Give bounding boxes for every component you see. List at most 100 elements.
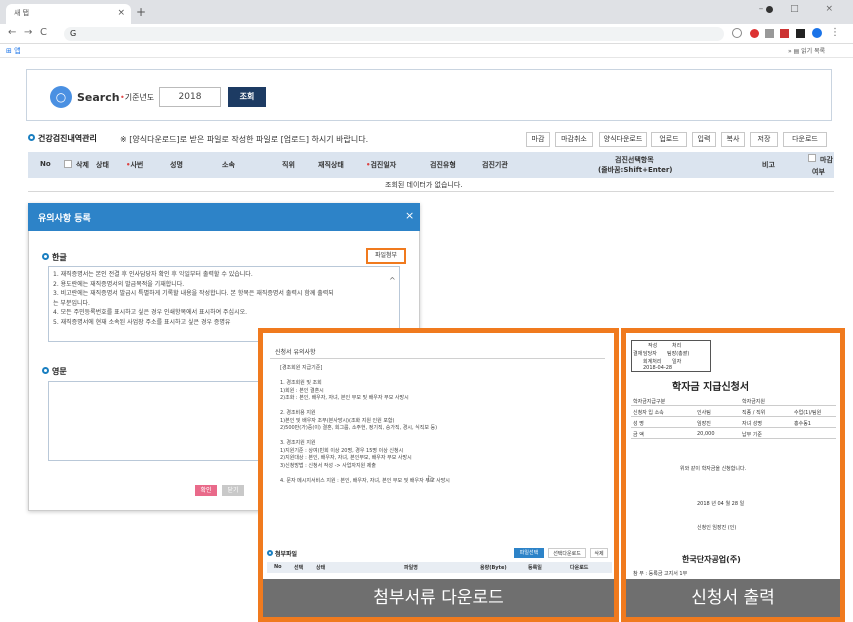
notice-line xyxy=(280,470,600,478)
col-checkup-date-text: 검진일자 xyxy=(370,161,397,169)
approval-cell: 회계처리 xyxy=(643,359,662,365)
extension-red-icon[interactable] xyxy=(750,29,759,38)
profile-avatar[interactable] xyxy=(812,28,822,38)
col-employee-id: •사번 xyxy=(126,161,144,169)
korean-line: 3. 비고란에는 재직증명서 발급시 특별하게 기록할 내용을 작성합니다. 본… xyxy=(53,290,334,297)
table-cell: 성 명 xyxy=(633,421,644,427)
col-employee-id-text: 사번 xyxy=(130,161,144,169)
bookmarks-bar xyxy=(0,44,853,58)
korean-line: 는 부분입니다. xyxy=(53,299,90,307)
section-circle-icon xyxy=(28,134,35,141)
close-button[interactable]: 닫기 xyxy=(222,485,244,496)
application-zoom-panel xyxy=(621,328,845,622)
col-checkup-date: •검진일자 xyxy=(366,161,397,169)
notice-line: 1)회원 : 본인 결혼시 xyxy=(280,387,324,394)
notice-line: 2)지원대상 : 본인, 배우자, 자녀, 본인부모, 배우자 부모 사망시 xyxy=(280,455,412,461)
delete-file-button[interactable]: 삭제 xyxy=(590,548,608,558)
zoom-notice-body: [경조회원 지급기준] 1. 경조회원 및 조회 1)회원 : 본인 결혼시 2… xyxy=(280,365,600,485)
close-tab-icon[interactable]: × xyxy=(117,4,125,22)
scroll-up-icon[interactable]: ^ xyxy=(389,276,396,285)
close-icon[interactable]: × xyxy=(405,209,414,222)
form-download-button[interactable]: 양식다운로드 xyxy=(599,132,647,147)
col-name: 성명 xyxy=(170,161,183,169)
more-menu-icon[interactable]: ⋮ xyxy=(830,27,840,38)
col-employment-status: 재직상태 xyxy=(318,161,344,169)
attach-file-button[interactable]: 파일첨부 xyxy=(366,248,406,264)
table-cell: 학자금지원 xyxy=(742,399,766,405)
att-col-size: 용량(Byte) xyxy=(480,565,507,571)
window-controls[interactable]: – □ × xyxy=(759,4,845,14)
star-icon[interactable] xyxy=(732,28,742,38)
copy-button[interactable]: 복사 xyxy=(721,132,745,147)
input-button[interactable]: 입력 xyxy=(692,132,716,147)
table-cell: 신청자 입 소속 xyxy=(633,410,664,416)
choose-file-button[interactable]: 파일선택 xyxy=(514,548,544,558)
reload-icon[interactable]: C xyxy=(40,27,47,38)
notice-line: 2)500만(가)중(이) 결혼, 회그룹, 소주헌, 정기직, 승가직, 경시… xyxy=(280,425,438,431)
browser-tab[interactable]: 새 탭 × xyxy=(6,4,131,24)
att-col-no: No xyxy=(274,564,282,570)
korean-label: 한글 xyxy=(42,252,67,263)
att-col-status: 상태 xyxy=(316,565,326,571)
table-cell: 홍수동1 xyxy=(794,421,811,427)
col-delete: 삭제 xyxy=(76,161,89,169)
notice-line: 1. 경조회원 및 조회 xyxy=(280,380,322,386)
extension-flag-icon[interactable] xyxy=(780,29,789,38)
notice-line: 3)신청방법 : 신청서 작성 -> 사업자지원 제출 xyxy=(280,462,376,469)
cancel-close-button[interactable]: 마감취소 xyxy=(555,132,593,147)
close-period-button[interactable]: 마감 xyxy=(526,132,550,147)
notice-line xyxy=(280,373,600,381)
attachment-label-text: 첨부파일 xyxy=(275,551,298,558)
extension-gray-icon[interactable] xyxy=(765,29,774,38)
confirm-button[interactable]: 확인 xyxy=(195,485,217,496)
divider xyxy=(270,358,605,359)
approval-cell: 팀장(총괄) xyxy=(667,351,690,357)
address-bar[interactable]: G xyxy=(64,27,724,41)
year-input[interactable]: 2018 xyxy=(159,87,221,107)
table-cell: 금 액 xyxy=(633,432,644,438)
table-cell: 납부 기준 xyxy=(742,432,762,438)
col-closed-flag: 여부 xyxy=(812,168,825,176)
table-cell: 학자금지급구분 xyxy=(633,399,666,405)
english-label-text: 영문 xyxy=(52,367,67,376)
table-cell: 20,000 xyxy=(697,431,715,437)
approval-cell: 작성 xyxy=(648,343,658,349)
search-label: Search xyxy=(77,91,120,104)
col-checkup-org: 검진기관 xyxy=(482,161,508,169)
approval-cell: 2018-04-28 xyxy=(643,365,673,371)
notice-line: 4. 문자 메시지서비스 지원 : 본인, 배우자, 자녀, 본인 부모 및 배… xyxy=(280,477,450,484)
new-tab-icon[interactable]: + xyxy=(136,5,146,19)
notice-line: 1)지원기준 : 상여(빈회 이상 20명, 경우 15명 이상 신청시 xyxy=(280,447,404,454)
query-button[interactable]: 조회 xyxy=(228,87,266,107)
table-row xyxy=(631,429,836,439)
upload-button[interactable]: 업로드 xyxy=(651,132,687,147)
attachment-circle-icon xyxy=(267,550,273,556)
col-status: 상태 xyxy=(96,161,109,169)
att-col-date: 등록일 xyxy=(528,565,542,571)
select-all-checkbox[interactable] xyxy=(64,160,72,168)
table-cell: 자녀 성명 xyxy=(742,421,762,427)
download-button[interactable]: 다운로드 xyxy=(783,132,827,147)
extension-puzzle-icon[interactable] xyxy=(796,29,805,38)
zoom-notice-title: 신청서 유의사항 xyxy=(275,349,316,356)
forward-icon[interactable]: → xyxy=(24,27,32,38)
korean-circle-icon xyxy=(42,253,49,260)
reading-list-button[interactable]: » ▤ 읽기 목록 xyxy=(788,46,825,55)
att-col-download: 다운로드 xyxy=(570,565,589,571)
close-all-checkbox[interactable] xyxy=(808,154,816,162)
section-title: 건강검진내역관리 xyxy=(28,133,97,144)
notice-line: 1)본인 및 배우자 조부(본사망시)(조화 지원 인원 포함) xyxy=(280,417,395,424)
apps-icon[interactable]: ⊞ 앱 xyxy=(6,46,21,56)
attachment-caption: 첨부서류 다운로드 xyxy=(263,579,614,617)
selected-download-button[interactable]: 선택다운로드 xyxy=(548,548,586,558)
modal-title: 유의사항 등록 xyxy=(38,214,91,224)
notice-line: 2. 경조비용 지원 xyxy=(280,410,316,416)
attachment-footer: 참 부 : 등록금 고지서 1부 xyxy=(633,571,688,577)
approval-cell: 일자 xyxy=(672,359,682,365)
att-col-select: 선택 xyxy=(294,565,304,571)
save-button[interactable]: 저장 xyxy=(750,132,778,147)
notice-line: [경조회원 지급기준] xyxy=(280,365,323,371)
section-note: ※ [양식다운로드]로 받은 파일로 작성한 파일로 [업로드] 하시기 바랍니… xyxy=(120,135,369,144)
col-checkup-items: 검진선택항목 xyxy=(615,156,654,164)
back-icon[interactable]: ← xyxy=(8,27,16,38)
